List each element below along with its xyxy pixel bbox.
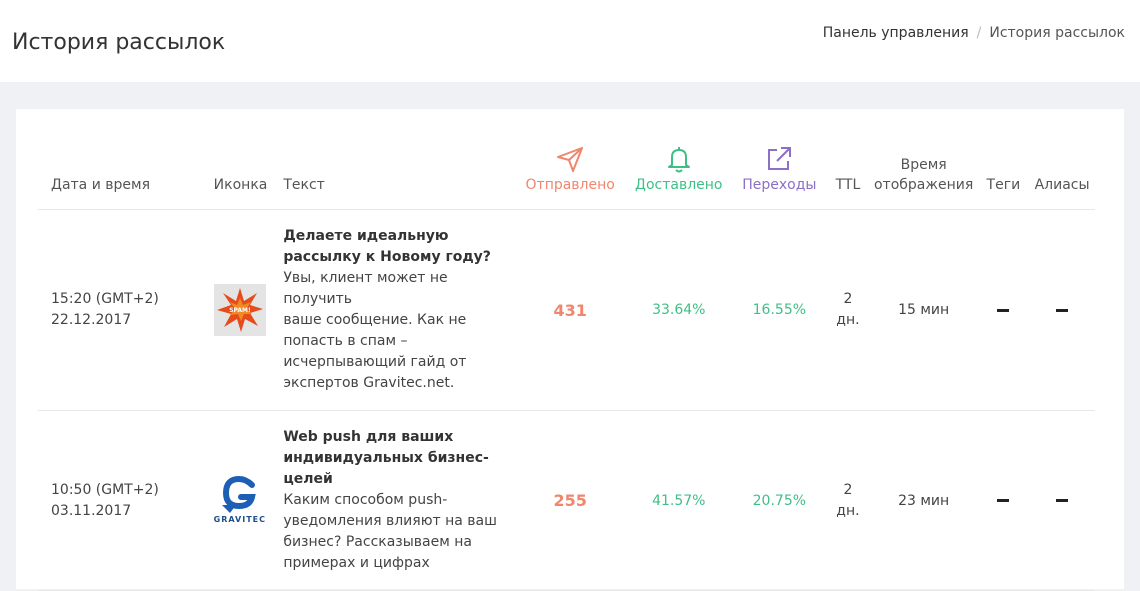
- message-body-line: примерах и цифрах: [283, 555, 430, 571]
- message-title-line: рассылку к Новому году?: [283, 249, 491, 265]
- message-body-line: бизнес? Рассказываем на: [283, 534, 472, 550]
- row-aliases: [1029, 410, 1095, 591]
- column-header-tags: Теги: [977, 145, 1030, 210]
- row-message: Делаете идеальную рассылку к Новому году…: [283, 209, 516, 411]
- column-header-delivered[interactable]: Доставлено: [624, 145, 733, 210]
- delivered-percent: 41.57%: [652, 492, 706, 509]
- row-sent: 431: [515, 209, 625, 411]
- display-time-value: 15 мин: [898, 302, 950, 318]
- row-date: 03.11.2017: [51, 502, 132, 519]
- message-body-line: Увы, клиент может не получить: [283, 270, 448, 307]
- column-header-sent-label: Отправлено: [525, 177, 615, 193]
- ttl-unit: дн.: [836, 502, 860, 519]
- column-header-icon: Иконка: [213, 145, 284, 210]
- spam-thumbnail-icon: SPAM!: [213, 284, 266, 336]
- row-datetime: 10:50 (GMT+2) 03.11.2017: [38, 410, 214, 591]
- bell-icon: [667, 147, 690, 173]
- column-header-aliases: Алиасы: [1029, 145, 1095, 210]
- row-icon-cell: GRAVITEC: [213, 410, 284, 591]
- row-sent: 255: [515, 410, 625, 591]
- message-body-line: уведомления влияют на ваш: [283, 513, 497, 529]
- column-header-date[interactable]: Дата и время: [38, 145, 214, 210]
- row-display-time: 15 мин: [869, 209, 978, 411]
- display-time-value: 23 мин: [898, 492, 950, 509]
- gravitec-logo-icon: GRAVITEC: [214, 475, 266, 527]
- message-body: Каким способом push- уведомления влияют …: [283, 490, 515, 574]
- paper-plane-icon: [557, 147, 584, 172]
- gravitec-g-graphic: [221, 475, 256, 513]
- external-link-icon: [768, 147, 792, 170]
- message-body-line: Каким способом push-: [283, 492, 448, 508]
- row-delivered: 41.57%: [624, 410, 733, 591]
- row-aliases: [1029, 209, 1095, 411]
- ttl-value: 2: [843, 291, 853, 307]
- row-icon-cell: SPAM!: [213, 209, 284, 411]
- mailing-history-table: Дата и время Иконка Текст Отправлено Дос…: [38, 145, 1095, 591]
- message-body-line: ваше сообщение. Как не: [283, 312, 467, 328]
- row-ttl: 2 дн.: [826, 209, 870, 411]
- message-title: Web push для ваших индивидуальных бизнес…: [283, 427, 515, 490]
- message-title-line: Web push для ваших: [283, 429, 454, 445]
- row-clicks: 16.55%: [732, 209, 827, 411]
- row-delivered: 33.64%: [624, 209, 733, 411]
- delivered-percent: 33.64%: [652, 302, 706, 318]
- sent-count: 255: [553, 491, 587, 510]
- message-body-line: исчерпывающий гайд от: [283, 354, 467, 370]
- gravitec-logo-text: GRAVITEC: [213, 514, 267, 524]
- ttl-unit: дн.: [836, 312, 860, 328]
- row-ttl: 2 дн.: [826, 410, 870, 591]
- empty-dash-icon: [1056, 308, 1069, 312]
- table-row[interactable]: 15:20 (GMT+2) 22.12.2017 SPAM! Делаете и…: [38, 209, 1095, 411]
- row-time: 15:20 (GMT+2): [51, 291, 159, 307]
- row-tags: [977, 209, 1030, 411]
- history-card: Дата и время Иконка Текст Отправлено Дос…: [16, 109, 1124, 591]
- sent-count: 431: [553, 300, 587, 320]
- message-body: Увы, клиент может не получить ваше сообщ…: [283, 268, 515, 394]
- row-date: 22.12.2017: [51, 312, 132, 328]
- breadcrumb-home-link[interactable]: Панель управления: [823, 25, 969, 41]
- message-title-line: индивидуальных бизнес-: [283, 450, 489, 466]
- column-header-display-time[interactable]: Время отображения: [869, 145, 978, 210]
- column-header-display-time-line1: Время: [900, 157, 947, 173]
- breadcrumb: Панель управления / История рассылок: [823, 25, 1125, 41]
- message-title: Делаете идеальную рассылку к Новому году…: [283, 226, 515, 268]
- row-clicks: 20.75%: [732, 410, 827, 591]
- empty-dash-icon: [997, 499, 1010, 502]
- row-display-time: 23 мин: [869, 410, 978, 591]
- column-header-clicks[interactable]: Переходы: [732, 145, 827, 210]
- column-header-text: Текст: [283, 145, 516, 210]
- spam-thumbnail-text: SPAM!: [229, 307, 251, 314]
- spam-burst-graphic: SPAM!: [213, 284, 266, 336]
- row-time: 10:50 (GMT+2): [51, 481, 159, 498]
- column-header-clicks-label: Переходы: [742, 177, 817, 193]
- message-body-line: экспертов Gravitec.net.: [283, 375, 455, 391]
- top-header: История рассылок Панель управления / Истор…: [0, 0, 1140, 82]
- clicks-percent: 16.55%: [752, 302, 807, 318]
- table-row[interactable]: 10:50 (GMT+2) 03.11.2017 GRAVITEC Web pu…: [38, 410, 1095, 591]
- breadcrumb-current: История рассылок: [989, 25, 1125, 41]
- message-title-line: Делаете идеальную: [283, 228, 449, 244]
- column-header-sent[interactable]: Отправлено: [515, 145, 625, 210]
- message-body-line: попасть в спам –: [283, 333, 408, 349]
- row-message: Web push для ваших индивидуальных бизнес…: [283, 410, 516, 591]
- clicks-percent: 20.75%: [752, 492, 807, 509]
- table-header-row: Дата и время Иконка Текст Отправлено Дос…: [38, 145, 1095, 210]
- column-header-display-time-line2: отображения: [873, 177, 974, 193]
- ttl-value: 2: [843, 481, 853, 498]
- message-title-line: целей: [283, 471, 333, 487]
- column-header-ttl[interactable]: TTL: [826, 145, 870, 210]
- column-header-delivered-label: Доставлено: [635, 177, 723, 193]
- row-datetime: 15:20 (GMT+2) 22.12.2017: [38, 209, 214, 411]
- breadcrumb-separator: /: [976, 25, 982, 41]
- row-tags: [977, 410, 1030, 591]
- empty-dash-icon: [997, 308, 1010, 312]
- empty-dash-icon: [1056, 499, 1069, 502]
- page-title: История рассылок: [12, 30, 226, 55]
